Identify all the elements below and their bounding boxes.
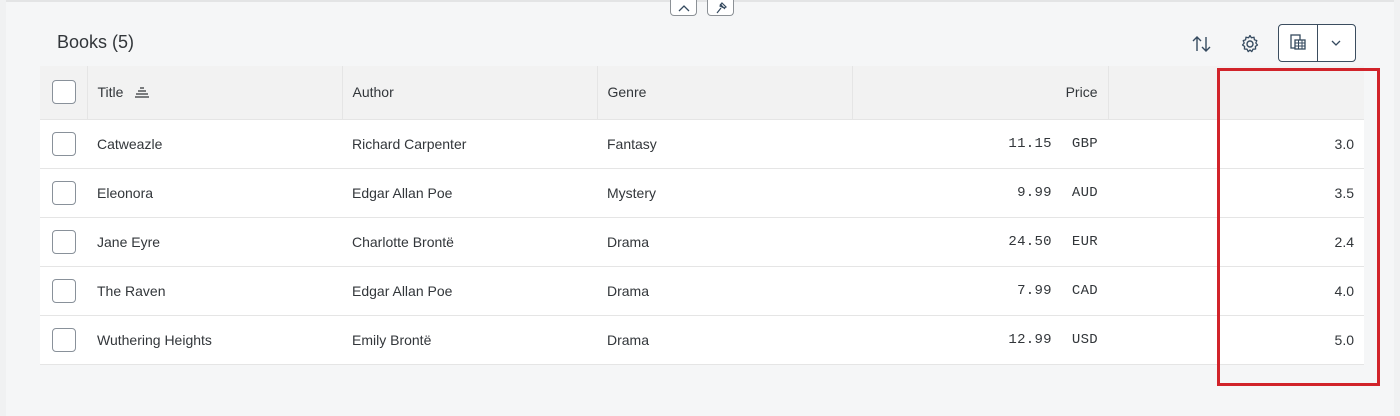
cell-author: Edgar Allan Poe	[352, 184, 453, 201]
books-table-panel: Books (5) Title Author Genre Price Catwe…	[40, 20, 1364, 366]
cell-genre: Fantasy	[607, 135, 657, 152]
price-amount: 11.15	[1008, 135, 1052, 152]
price-amount: 9.99	[1017, 184, 1052, 201]
table-toolbar: Books (5)	[40, 20, 1364, 66]
cell-price: 11.15 GBP	[852, 119, 1108, 168]
export-menu-button[interactable]	[1318, 25, 1356, 61]
cell-genre: Drama	[607, 233, 650, 250]
settings-button[interactable]	[1234, 30, 1266, 58]
cell-price: 7.99 CAD	[852, 266, 1108, 315]
row-checkbox[interactable]	[52, 229, 76, 254]
right-edge	[1394, 0, 1400, 416]
price-amount: 7.99	[1017, 282, 1052, 299]
cell-author: Charlotte Brontë	[352, 233, 454, 250]
select-all-cell	[40, 66, 88, 120]
cell-genre: Mystery	[607, 184, 656, 201]
cell-price: 24.50 EUR	[852, 217, 1108, 266]
price-currency: AUD	[1071, 184, 1098, 201]
cell-author: Emily Brontë	[352, 331, 432, 348]
row-checkbox[interactable]	[52, 327, 76, 352]
price-currency: CAD	[1071, 282, 1098, 299]
row-select-cell	[40, 315, 87, 364]
row-select-cell	[40, 217, 87, 266]
cell-author: Edgar Allan Poe	[352, 282, 453, 299]
cell-title: Eleonora	[97, 184, 154, 201]
cell-title: Catweazle	[97, 135, 163, 152]
column-header-title[interactable]: Title	[87, 66, 343, 120]
header-toggles	[670, 0, 734, 16]
cell-title: Jane Eyre	[97, 233, 161, 250]
highlight-annotation-box	[1217, 68, 1380, 386]
table-row[interactable]: Catweazle Richard Carpenter Fantasy 11.1…	[40, 119, 1364, 168]
row-select-cell	[40, 168, 87, 217]
table-row[interactable]: Eleonora Edgar Allan Poe Mystery 9.99 AUD…	[40, 168, 1364, 217]
table-row[interactable]: The Raven Edgar Allan Poe Drama 7.99 CAD …	[40, 266, 1364, 315]
column-header-title-label: Title	[97, 83, 124, 100]
sort-button[interactable]	[1186, 30, 1218, 58]
export-spreadsheet-icon	[1290, 34, 1306, 50]
pin-icon	[716, 1, 727, 13]
cell-author: Richard Carpenter	[352, 135, 467, 152]
sort-icon	[1192, 36, 1211, 52]
price-amount: 12.99	[1008, 331, 1052, 348]
export-split-button	[1278, 24, 1356, 62]
column-header-author[interactable]: Author	[342, 66, 598, 120]
cell-title: Wuthering Heights	[97, 331, 212, 348]
row-checkbox[interactable]	[52, 278, 76, 303]
cell-title: The Raven	[97, 282, 166, 299]
row-checkbox[interactable]	[52, 180, 76, 205]
cell-genre: Drama	[607, 282, 650, 299]
select-all-checkbox[interactable]	[52, 80, 76, 105]
left-edge	[0, 0, 6, 416]
price-currency: EUR	[1071, 233, 1098, 250]
pin-header-button[interactable]	[707, 0, 734, 16]
cell-price: 9.99 AUD	[852, 168, 1108, 217]
cell-genre: Drama	[607, 331, 650, 348]
column-header-genre[interactable]: Genre	[597, 66, 853, 120]
books-table: Title Author Genre Price Catweazle Richa…	[40, 66, 1364, 365]
cell-price: 12.99 USD	[852, 315, 1108, 364]
price-currency: USD	[1071, 331, 1098, 348]
price-currency: GBP	[1071, 135, 1098, 152]
sort-ascending-icon	[135, 85, 150, 101]
export-button[interactable]	[1279, 25, 1318, 61]
chevron-down-icon	[1331, 40, 1341, 46]
table-row[interactable]: Jane Eyre Charlotte Brontë Drama 24.50 EU…	[40, 217, 1364, 266]
row-select-cell	[40, 266, 87, 315]
column-header-price[interactable]: Price	[852, 66, 1109, 120]
chevron-up-icon	[678, 4, 689, 11]
table-title: Books (5)	[57, 32, 135, 52]
price-amount: 24.50	[1008, 233, 1052, 250]
gear-icon	[1241, 34, 1259, 53]
row-checkbox[interactable]	[52, 131, 76, 156]
collapse-header-button[interactable]	[670, 0, 697, 16]
table-row[interactable]: Wuthering Heights Emily Brontë Drama 12.…	[40, 315, 1364, 364]
table-header-row: Title Author Genre Price	[40, 66, 1364, 120]
row-select-cell	[40, 119, 87, 168]
